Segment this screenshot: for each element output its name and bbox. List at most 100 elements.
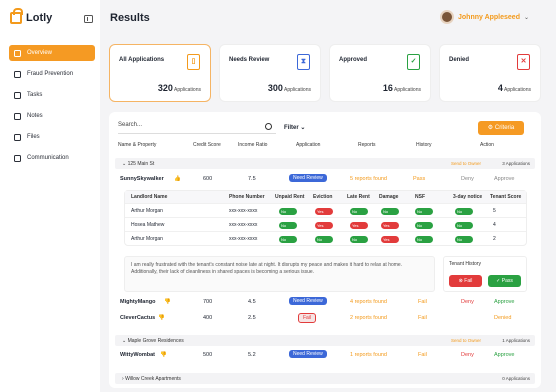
card-count: 320 Applications (158, 83, 201, 93)
history-status[interactable]: Fail (418, 299, 427, 305)
denied-status: Denied (494, 315, 512, 321)
user-menu[interactable]: Johnny Appleseed ⌄ (440, 10, 529, 24)
card-title: Approved (339, 57, 368, 63)
search-input[interactable]: Search... (118, 122, 276, 134)
table-row[interactable]: SunnySkywalker 👍 600 7.5 Need Review 5 r… (118, 173, 534, 185)
history-status[interactable]: Pass (413, 176, 425, 182)
pass-button[interactable]: ✓ Pass (488, 275, 521, 287)
notice-toggle[interactable]: No (455, 222, 473, 229)
deny-button[interactable]: Deny (461, 352, 474, 358)
lh-damage: Damage (379, 194, 399, 200)
results-panel: Search... Filter ⌄ ⚙ Criteria Name & Pro… (109, 112, 541, 388)
collapse-sidebar-icon[interactable] (84, 15, 93, 23)
credit-score: 600 (203, 176, 213, 182)
application-status[interactable]: Fail (298, 313, 317, 323)
landlord-name: Arthur Morgan (131, 208, 163, 214)
income-ratio: 5.2 (248, 352, 256, 358)
criteria-button[interactable]: ⚙ Criteria (478, 121, 524, 135)
damage-toggle[interactable]: Yes (381, 222, 399, 229)
damage-toggle[interactable]: Yes (381, 236, 399, 243)
table-row[interactable]: WittyWombat 👎 500 5.2 Need Review 1 repo… (118, 349, 534, 361)
hourglass-icon: ⧗ (297, 54, 310, 70)
sidebar-item-communication[interactable]: Communication (9, 150, 95, 166)
credit-score: 400 (203, 315, 213, 321)
applicant-name: CleverCactus (120, 315, 156, 321)
late-rent-toggle[interactable]: No (350, 236, 368, 243)
pass-label: Pass (501, 278, 513, 284)
filter-button[interactable]: Filter ⌄ (284, 124, 305, 131)
card-count-value: 16 (382, 83, 393, 93)
nsf-toggle[interactable]: No (415, 236, 433, 243)
approve-button[interactable]: Approve (494, 176, 515, 182)
sidebar-item-label: Fraud Prevention (27, 71, 74, 77)
applicant-name: WittyWombat (120, 352, 155, 358)
reports-link[interactable]: 4 reports found (350, 299, 387, 305)
x-document-icon: ✕ (517, 54, 530, 70)
deny-button[interactable]: Deny (461, 299, 474, 305)
group-count: 0 Applications (502, 376, 530, 381)
sidebar-item-fraud-prevention[interactable]: Fraud Prevention (9, 66, 95, 82)
send-to-owner-link[interactable]: Send to Owner (451, 161, 481, 166)
card-count-value: 320 (157, 83, 173, 93)
sidebar-item-overview[interactable]: Overview (9, 45, 95, 61)
eviction-toggle[interactable]: Yes (315, 222, 333, 229)
col-action: Action (480, 142, 494, 148)
unpaid-rent-toggle[interactable]: No (279, 208, 297, 215)
file-icon (14, 133, 21, 141)
unpaid-rent-toggle[interactable]: No (279, 236, 297, 243)
late-rent-toggle[interactable]: Yes (350, 222, 368, 229)
property-group[interactable]: ⌄ 125 Main St Send to Owner 3 Applicatio… (115, 158, 535, 169)
group-name-text: Maple Grove Residences (127, 338, 184, 344)
fail-button[interactable]: ⊗ Fail (449, 275, 482, 287)
notice-toggle[interactable]: No (455, 236, 473, 243)
notice-toggle[interactable]: No (455, 208, 473, 215)
sidebar-item-files[interactable]: Files (9, 129, 95, 145)
card-needs-review[interactable]: Needs Review ⧗ 300 Applications (219, 44, 321, 102)
nsf-toggle[interactable]: No (415, 222, 433, 229)
fail-label: Fail (464, 278, 473, 284)
card-denied[interactable]: Denied ✕ 4 Applications (439, 44, 541, 102)
eviction-toggle[interactable]: Yes (315, 208, 333, 215)
eviction-toggle[interactable]: No (315, 236, 333, 243)
checklist-icon (14, 91, 21, 99)
unpaid-rent-toggle[interactable]: No (279, 222, 297, 229)
send-to-owner-link[interactable]: Send to Owner (451, 338, 481, 343)
group-name-text: Willow Creek Apartments (125, 376, 181, 382)
approve-button[interactable]: Approve (494, 299, 515, 305)
col-name: Name & Property (118, 142, 157, 148)
application-status[interactable]: Need Review (289, 350, 327, 358)
sidebar-item-notes[interactable]: Notes (9, 108, 95, 124)
card-count: 300 Applications (268, 83, 311, 93)
landlord-table-header: Landlord Name Phone Number Unpaid Rent E… (125, 191, 526, 203)
history-status[interactable]: Fail (418, 315, 427, 321)
group-name: ⌄ Maple Grove Residences (122, 338, 184, 344)
reports-link[interactable]: 2 reports found (350, 315, 387, 321)
late-rent-toggle[interactable]: No (350, 208, 368, 215)
landlord-phone: xxx-xxx-xxxx (229, 222, 258, 228)
landlord-row: Arthur Morgan xxx-xxx-xxxx No Yes No No … (125, 203, 526, 217)
card-approved[interactable]: Approved ✓ 16 Applications (329, 44, 431, 102)
table-row[interactable]: MightyMango 👎 700 4.5 Need Review 4 repo… (118, 296, 534, 308)
property-group[interactable]: ⌄ Maple Grove Residences Send to Owner 1… (115, 335, 535, 346)
history-status[interactable]: Fail (418, 352, 427, 358)
lh-unpaid: Unpaid Rent (275, 194, 305, 200)
nsf-toggle[interactable]: No (415, 208, 433, 215)
reports-link[interactable]: 5 reports found (350, 176, 387, 182)
application-status[interactable]: Need Review (289, 297, 327, 305)
lh-score: Tenant Score (490, 194, 522, 200)
table-row[interactable]: CleverCactus 👎 400 2.5 Fail 2 reports fo… (118, 312, 534, 324)
reports-link[interactable]: 1 reports found (350, 352, 387, 358)
table-header: Name & Property Credit Score Income Rati… (118, 142, 534, 152)
sidebar-item-tasks[interactable]: Tasks (9, 87, 95, 103)
search-icon[interactable] (265, 123, 272, 130)
approve-button[interactable]: Approve (494, 352, 515, 358)
brand[interactable]: Lotly (10, 8, 52, 24)
col-history: History (416, 142, 432, 148)
card-all-applications[interactable]: All Applications ▯ 320 Applications (109, 44, 211, 102)
lh-eviction: Eviction (313, 194, 333, 200)
deny-button[interactable]: Deny (461, 176, 474, 182)
property-group[interactable]: › Willow Creek Apartments 0 Applications (115, 373, 535, 384)
lock-logo-icon (10, 8, 23, 24)
application-status[interactable]: Need Review (289, 174, 327, 182)
damage-toggle[interactable]: No (381, 208, 399, 215)
